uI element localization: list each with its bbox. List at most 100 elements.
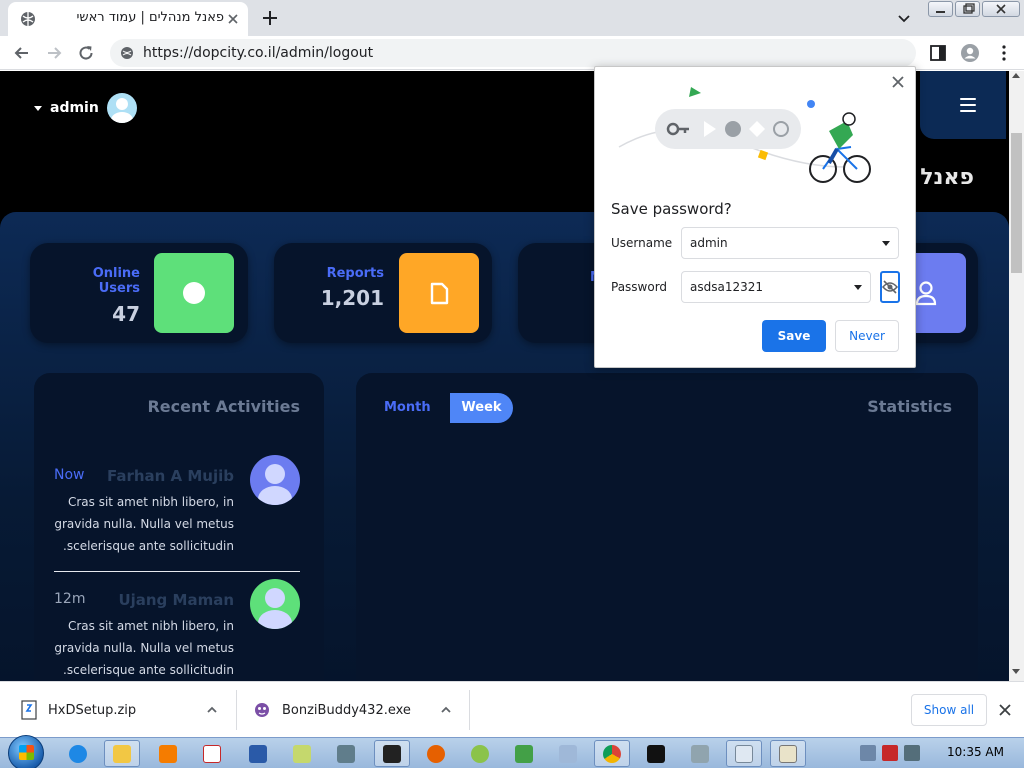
scroll-thumb[interactable] [1011, 133, 1022, 273]
bonzi-app-icon [255, 703, 269, 717]
generic-app-icon[interactable] [506, 740, 542, 767]
hex-editor-icon[interactable] [770, 740, 806, 767]
tab-month[interactable]: Month [384, 400, 431, 415]
tab-search-chevron-icon[interactable] [894, 8, 914, 28]
control-panel-icon[interactable] [682, 740, 718, 767]
close-icon[interactable] [891, 75, 905, 89]
admin-avatar [106, 93, 137, 123]
network-icon[interactable] [328, 740, 364, 767]
browser-toolbar: https://dopcity.co.il/admin/logout [0, 36, 1024, 70]
download-item[interactable]: HxDSetup.zip [0, 682, 236, 738]
save-password-dialog: Save password? Username admin Password a… [594, 66, 916, 368]
hamburger-menu-icon[interactable] [960, 98, 976, 112]
notepad-icon[interactable] [284, 740, 320, 767]
close-icon [996, 4, 1006, 14]
minimize-button[interactable] [928, 1, 953, 17]
username-value: admin [690, 236, 728, 250]
chrome-icon[interactable] [594, 740, 630, 767]
solitaire-icon[interactable] [194, 740, 230, 767]
restore-button[interactable] [955, 1, 980, 17]
reload-icon[interactable] [76, 43, 96, 63]
activities-title: Recent Activities [147, 397, 300, 416]
cmd-icon[interactable] [638, 740, 674, 767]
media-player-icon[interactable] [150, 740, 186, 767]
never-button[interactable]: Never [835, 320, 899, 352]
chevron-up-icon[interactable] [206, 704, 218, 716]
new-tab-icon[interactable] [258, 6, 282, 30]
download-item[interactable]: BonziBuddy432.exe [237, 682, 469, 738]
show-all-button[interactable]: Show all [911, 694, 987, 726]
back-arrow-icon[interactable] [12, 43, 32, 63]
close-icon[interactable] [999, 704, 1011, 716]
tab-title: פאנל מנהלים | עמוד ראשי [76, 10, 224, 25]
start-button[interactable] [8, 735, 44, 768]
save-button[interactable]: Save [762, 320, 826, 352]
browser-tab-strip: פאנל מנהלים | עמוד ראשי [0, 0, 1024, 36]
card-label: Online Users [92, 266, 140, 296]
avatar [250, 455, 300, 505]
activity-time: 12m [54, 591, 86, 607]
menu-toggle-box [920, 71, 1006, 139]
explorer-icon[interactable] [104, 740, 140, 767]
divider [54, 571, 300, 572]
chevron-down-icon [854, 285, 862, 290]
password-label: Password [611, 280, 668, 294]
volume-icon[interactable] [904, 745, 920, 761]
activity-text: Cras sit amet nibh libero, in gravida nu… [54, 495, 234, 553]
circle-icon [154, 253, 234, 333]
browser-tab[interactable]: פאנל מנהלים | עמוד ראשי [8, 2, 248, 36]
scroll-down-arrow-icon[interactable] [1012, 669, 1020, 674]
globe-icon [21, 12, 35, 26]
divider [469, 690, 470, 730]
chevron-down-icon [882, 241, 890, 246]
recent-activities-panel: Recent Activities Now Farhan A Mujib Cra… [34, 373, 324, 681]
close-window-button[interactable] [982, 1, 1020, 17]
page-scrollbar[interactable] [1009, 71, 1024, 681]
site-info-icon[interactable] [120, 46, 134, 60]
admin-user-menu[interactable]: admin [34, 93, 137, 123]
system-clock[interactable]: 10:35 AM [947, 745, 1004, 759]
card-value: 47 [112, 302, 140, 326]
activity-text: Cras sit amet nibh libero, in gravida nu… [54, 619, 234, 677]
forward-arrow-icon[interactable] [44, 43, 64, 63]
avatar [250, 579, 300, 629]
menu-kebab-icon[interactable] [994, 43, 1014, 63]
password-select[interactable]: asdsa12321 [681, 271, 871, 303]
dialog-title: Save password? [611, 200, 732, 218]
restore-icon [963, 3, 975, 14]
tab-week[interactable]: Week [450, 393, 513, 423]
toggle-password-visibility-button[interactable] [880, 271, 900, 303]
admin-name: admin [50, 100, 99, 116]
activity-name: Farhan A Mujib [106, 467, 234, 485]
card-value: 1,201 [320, 286, 384, 310]
ie-icon[interactable] [60, 740, 96, 767]
powershell-icon[interactable] [240, 740, 276, 767]
username-select[interactable]: admin [681, 227, 899, 259]
activity-name: Ujang Maman [118, 591, 234, 609]
password-value: asdsa12321 [690, 280, 764, 294]
address-bar[interactable]: https://dopcity.co.il/admin/logout [110, 39, 916, 67]
statistics-title: Statistics [867, 397, 952, 416]
online-users-card: Online Users 47 [30, 243, 248, 343]
paint-icon[interactable] [462, 740, 498, 767]
action-center-icon[interactable] [882, 745, 898, 761]
zip-file-icon [21, 700, 37, 720]
window-controls [928, 1, 1020, 18]
password-illustration-icon [618, 87, 871, 183]
notepad2-icon[interactable] [726, 740, 762, 767]
eye-off-icon [882, 280, 898, 294]
tab-close-icon[interactable] [226, 12, 240, 26]
firefox-icon[interactable] [418, 740, 454, 767]
document-icon [399, 253, 479, 333]
download-filename: HxDSetup.zip [48, 703, 137, 718]
caret-down-icon [34, 105, 42, 111]
chevron-up-icon[interactable] [440, 704, 452, 716]
calculator-icon[interactable] [550, 740, 586, 767]
profile-icon[interactable] [960, 43, 980, 63]
side-panel-icon[interactable] [928, 43, 948, 63]
network-tray-icon[interactable] [860, 745, 876, 761]
scroll-up-arrow-icon[interactable] [1012, 73, 1020, 78]
7zip-icon[interactable] [374, 740, 410, 767]
username-label: Username [611, 236, 673, 250]
card-label: Reports [326, 266, 384, 281]
